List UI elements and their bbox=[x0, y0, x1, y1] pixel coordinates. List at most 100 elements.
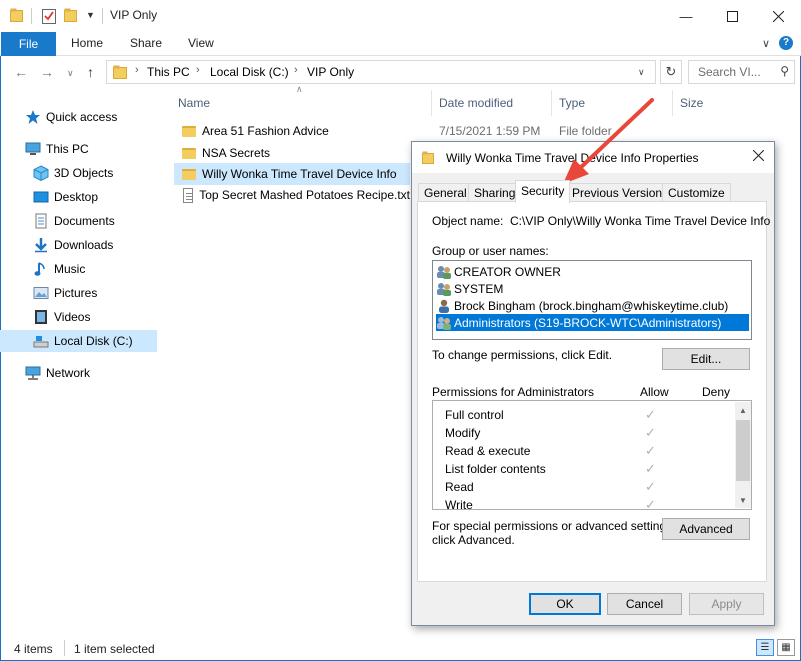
permission-name: Read & execute bbox=[445, 444, 531, 458]
breadcrumb-local-disk[interactable]: Local Disk (C:) bbox=[210, 65, 289, 79]
user-list-item[interactable]: CREATOR OWNER bbox=[436, 263, 749, 280]
permission-name: Full control bbox=[445, 408, 504, 422]
refresh-button[interactable]: ↻ bbox=[660, 60, 682, 84]
chevron-right-icon[interactable]: › bbox=[196, 64, 200, 76]
nav-item-network[interactable]: Network bbox=[25, 362, 90, 384]
nav-item-label: Videos bbox=[54, 310, 91, 324]
customize-qat-icon[interactable]: ▼ bbox=[86, 10, 95, 20]
permissions-scrollbar[interactable]: ▲ ▼ bbox=[735, 402, 751, 508]
tab-general[interactable]: General bbox=[418, 183, 473, 202]
object-name-label: Object name: bbox=[432, 214, 504, 228]
change-permissions-text: To change permissions, click Edit. bbox=[432, 348, 613, 362]
tab-home[interactable]: Home bbox=[71, 36, 103, 50]
nav-item-this-pc[interactable]: This PC bbox=[25, 138, 89, 160]
search-icon: ⚲ bbox=[780, 64, 789, 78]
scroll-down-icon[interactable]: ▼ bbox=[735, 492, 751, 508]
tab-previous-versions[interactable]: Previous Versions bbox=[566, 183, 675, 202]
scroll-up-icon[interactable]: ▲ bbox=[735, 402, 751, 418]
up-arrow-icon[interactable]: ↑ bbox=[87, 64, 94, 80]
security-tab-page: Object name: C:\VIP Only\Willy Wonka Tim… bbox=[417, 201, 770, 582]
user-list-item-selected[interactable]: Administrators (S19-BROCK-WTC\Administra… bbox=[436, 314, 749, 331]
file-row[interactable]: NSA Secrets bbox=[174, 142, 429, 164]
nav-item-downloads[interactable]: Downloads bbox=[33, 234, 113, 256]
column-header-name[interactable]: Name bbox=[178, 96, 210, 110]
column-header-type[interactable]: Type bbox=[559, 96, 585, 110]
file-name: Willy Wonka Time Travel Device Info bbox=[202, 167, 397, 181]
users-group-icon bbox=[436, 282, 452, 296]
nav-item-pictures[interactable]: Pictures bbox=[33, 282, 97, 304]
tab-sharing[interactable]: Sharing bbox=[468, 183, 522, 202]
folder-icon[interactable] bbox=[10, 8, 23, 22]
maximize-button[interactable] bbox=[709, 0, 755, 32]
nav-item-quick-access[interactable]: Quick access bbox=[25, 106, 117, 128]
nav-item-desktop[interactable]: Desktop bbox=[33, 186, 98, 208]
properties-dialog: Willy Wonka Time Travel Device Info Prop… bbox=[411, 141, 775, 626]
column-header-size[interactable]: Size bbox=[680, 96, 703, 110]
checkmark-icon: ✓ bbox=[645, 443, 656, 458]
file-row[interactable]: Top Secret Mashed Potatoes Recipe.txt bbox=[174, 184, 410, 206]
allow-header: Allow bbox=[640, 385, 669, 399]
user-list-item[interactable]: Brock Bingham (brock.bingham@whiskeytime… bbox=[436, 297, 749, 314]
cancel-button[interactable]: Cancel bbox=[607, 593, 682, 615]
cube-icon bbox=[33, 165, 49, 182]
nav-item-label: Downloads bbox=[54, 238, 114, 252]
advanced-button[interactable]: Advanced bbox=[662, 518, 750, 540]
nav-item-documents[interactable]: Documents bbox=[33, 210, 115, 232]
large-icons-view-icon: ▦ bbox=[781, 642, 791, 653]
recent-locations-icon[interactable]: ∨ bbox=[67, 68, 74, 79]
forward-arrow-icon[interactable]: → bbox=[40, 64, 54, 80]
new-folder-icon[interactable] bbox=[64, 8, 77, 25]
permissions-list[interactable]: Full control ✓ Modify ✓ Read & execute ✓… bbox=[432, 400, 752, 512]
folder-icon bbox=[422, 151, 434, 167]
expand-ribbon-icon[interactable]: ∨ bbox=[762, 37, 770, 50]
edit-button[interactable]: Edit... bbox=[662, 348, 750, 370]
nav-item-3d-objects[interactable]: 3D Objects bbox=[33, 162, 113, 184]
dialog-close-button[interactable] bbox=[752, 148, 765, 165]
navigation-pane: Quick access This PC 3D Objects Desktop … bbox=[0, 92, 157, 632]
download-icon bbox=[33, 237, 49, 253]
chevron-right-icon[interactable]: › bbox=[294, 64, 298, 76]
details-view-button[interactable]: ☰ bbox=[756, 639, 774, 656]
tab-view[interactable]: View bbox=[188, 36, 214, 50]
ok-button[interactable]: OK bbox=[529, 593, 601, 615]
nav-item-label: Music bbox=[54, 262, 86, 276]
close-button[interactable] bbox=[755, 0, 801, 32]
tab-customize[interactable]: Customize bbox=[662, 183, 731, 202]
large-icons-view-button[interactable]: ▦ bbox=[777, 639, 795, 656]
tab-file[interactable]: File bbox=[1, 32, 56, 56]
back-arrow-icon[interactable]: ← bbox=[14, 64, 28, 80]
folder-icon bbox=[113, 65, 127, 82]
user-icon bbox=[436, 299, 452, 313]
nav-item-music[interactable]: Music bbox=[33, 258, 85, 280]
address-bar[interactable]: › This PC › Local Disk (C:) › VIP Only ∨ bbox=[106, 60, 656, 84]
scrollbar-thumb[interactable] bbox=[736, 420, 750, 481]
help-icon[interactable]: ? bbox=[779, 36, 793, 50]
checkmark-icon: ✓ bbox=[645, 479, 656, 494]
column-divider[interactable] bbox=[551, 90, 552, 116]
users-group-icon bbox=[436, 316, 452, 330]
breadcrumb-vip-only[interactable]: VIP Only bbox=[307, 65, 354, 79]
user-list-item[interactable]: SYSTEM bbox=[436, 280, 749, 297]
user-list[interactable]: CREATOR OWNER SYSTEM Brock Bingham (broc… bbox=[432, 260, 752, 340]
search-input[interactable]: Search VI... ⚲ bbox=[688, 60, 795, 84]
checkmark-icon: ✓ bbox=[645, 407, 656, 422]
tab-security[interactable]: Security bbox=[515, 180, 571, 203]
tab-share[interactable]: Share bbox=[130, 36, 162, 50]
properties-icon[interactable] bbox=[42, 8, 56, 27]
address-dropdown-icon[interactable]: ∨ bbox=[638, 67, 645, 78]
file-row-selected[interactable]: Willy Wonka Time Travel Device Info bbox=[174, 163, 410, 185]
apply-button[interactable]: Apply bbox=[689, 593, 764, 615]
file-row[interactable]: Area 51 Fashion Advice bbox=[174, 120, 429, 142]
column-divider[interactable] bbox=[672, 90, 673, 116]
chevron-right-icon[interactable]: › bbox=[135, 64, 139, 76]
breadcrumb-this-pc[interactable]: This PC bbox=[147, 65, 190, 79]
minimize-button[interactable]: — bbox=[663, 0, 709, 32]
title-bar: ▼ VIP Only — bbox=[0, 0, 801, 32]
nav-item-local-disk[interactable]: Local Disk (C:) bbox=[0, 330, 157, 352]
permission-name: Modify bbox=[445, 426, 481, 440]
column-header-date-modified[interactable]: Date modified bbox=[439, 96, 513, 110]
column-divider[interactable] bbox=[431, 90, 432, 116]
checkmark-icon: ✓ bbox=[645, 425, 656, 440]
nav-item-videos[interactable]: Videos bbox=[33, 306, 90, 328]
dialog-title-bar: Willy Wonka Time Travel Device Info Prop… bbox=[412, 142, 774, 173]
